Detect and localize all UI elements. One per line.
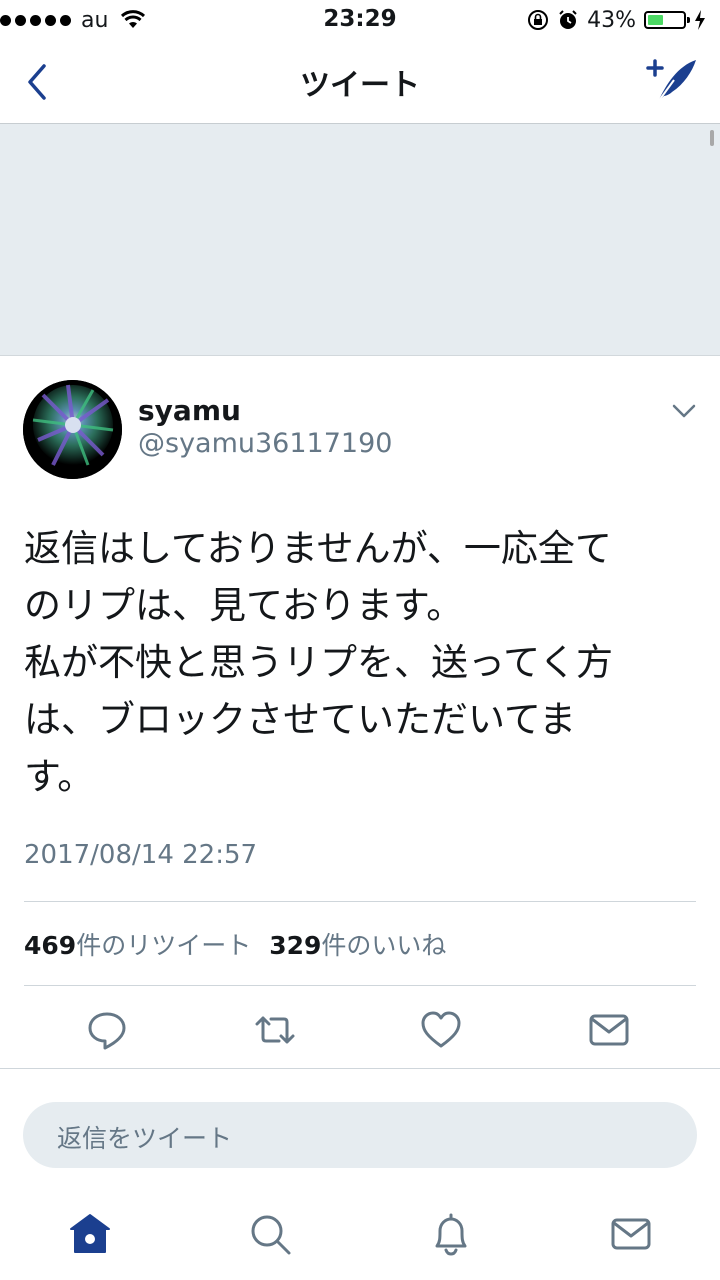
home-icon[interactable] (68, 1212, 112, 1256)
notifications-icon[interactable] (429, 1212, 473, 1256)
tweet-text-line: 私が不快と思うリプを、送ってく方 (24, 641, 614, 684)
scroll-indicator[interactable] (710, 130, 714, 146)
like-label: 件のいいね (321, 931, 447, 960)
divider (24, 985, 696, 986)
tweet-text-line: のリプは、見ております。 (24, 584, 464, 627)
search-icon[interactable] (248, 1212, 292, 1256)
compose-tweet-icon[interactable] (644, 54, 700, 110)
charging-icon (695, 10, 705, 30)
tweet-stats: 469件のリツイート 329件のいいね (24, 926, 446, 962)
retweet-count: 469 (24, 931, 77, 960)
tab-bar (0, 1208, 720, 1270)
avatar[interactable] (23, 380, 122, 479)
tweet-text-line: す。 (24, 755, 95, 798)
page-title: ツイート (300, 68, 420, 103)
user-handle[interactable]: @syamu36117190 (138, 428, 392, 459)
battery-icon (644, 11, 690, 29)
reply-input[interactable]: 返信をツイート (23, 1102, 697, 1168)
alarm-icon (559, 10, 577, 29)
status-bar: au 23:29 43% (0, 0, 720, 40)
battery-percent: 43% (587, 7, 636, 33)
status-right: 43% (527, 6, 706, 34)
tweet-timestamp: 2017/08/14 22:57 (24, 840, 258, 870)
tweet-text-line: は、ブロックさせていただいてま (24, 698, 577, 741)
divider (0, 1068, 720, 1069)
messages-icon[interactable] (609, 1212, 653, 1256)
retweet-label: 件のリツイート (76, 931, 252, 960)
divider (24, 901, 696, 902)
bottom-area: 返信をツイート (0, 1078, 720, 1280)
dm-icon[interactable] (587, 1008, 631, 1052)
conversation-gap (0, 124, 720, 356)
chevron-down-icon[interactable] (668, 398, 700, 426)
tweet-actions (0, 1004, 720, 1056)
reply-icon[interactable] (85, 1008, 129, 1052)
like-count: 329 (269, 931, 322, 960)
user-name[interactable]: syamu (138, 394, 241, 427)
nav-bar: ツイート (0, 40, 720, 124)
tweet-text: 返信はしておりませんが、一応全て のリプは、見ております。 私が不快と思うリプを… (24, 520, 704, 805)
battery-fill (648, 15, 663, 25)
like-stat[interactable]: 329件のいいね (269, 926, 446, 962)
tweet-text-line: 返信はしておりませんが、一応全て (24, 527, 612, 570)
rotation-lock-icon (528, 10, 549, 30)
retweet-stat[interactable]: 469件のリツイート (24, 926, 251, 962)
reply-placeholder: 返信をツイート (57, 1124, 233, 1153)
like-icon[interactable] (419, 1008, 463, 1052)
avatar-image (23, 380, 122, 479)
retweet-icon[interactable] (253, 1008, 297, 1052)
